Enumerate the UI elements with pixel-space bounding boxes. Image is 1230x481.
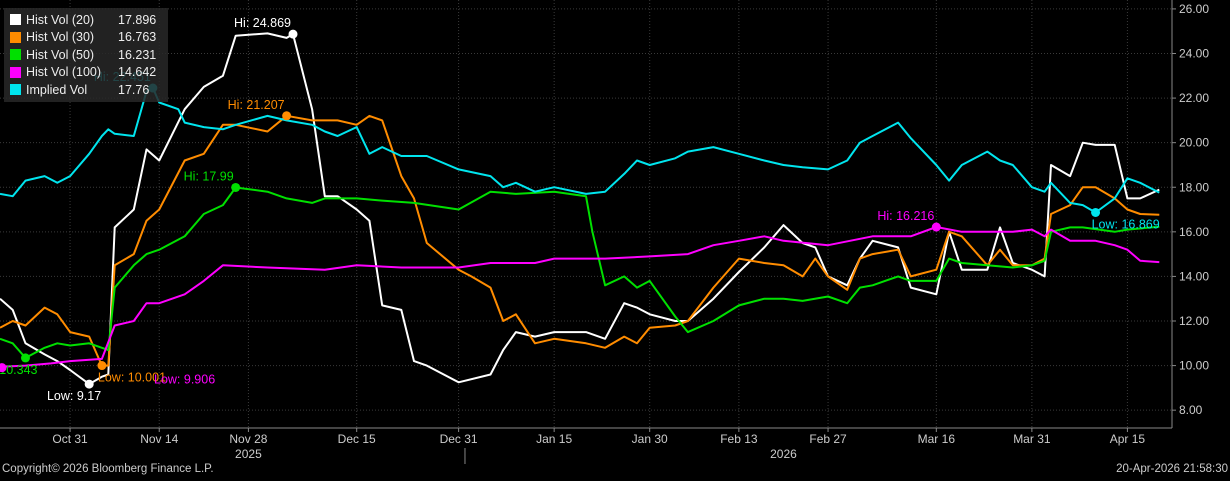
chart-legend: Hist Vol (20) 17.896 Hist Vol (30) 16.763 Hi… (4, 8, 168, 102)
x-tick-label: Jan 30 (632, 432, 668, 446)
extreme-label: Low: 9.17 (47, 389, 101, 403)
legend-value: 17.896 (118, 12, 157, 27)
extreme-label: Low: 16.869 (1092, 217, 1160, 231)
legend-item: Hist Vol (30) 16.763 (10, 29, 162, 47)
legend-value: 14.642 (118, 65, 157, 80)
x-tick-label: Mar 31 (1013, 432, 1051, 446)
extreme-marker (1091, 207, 1101, 217)
series-line (0, 226, 1160, 368)
volatility-chart: 8.00 10.00 12.00 14.00 16.00 18.00 20.00 22.00 2… (0, 0, 1209, 464)
y-tick-label: 22.00 (1179, 91, 1209, 105)
legend-name: Implied Vol (26, 82, 88, 97)
extreme-marker (931, 222, 941, 232)
legend-name: Hist Vol (30) (26, 30, 95, 45)
legend-swatch (10, 66, 21, 78)
extreme-marker (288, 29, 298, 39)
extreme-marker (84, 379, 94, 389)
legend-item: Hist Vol (50) 16.231 (10, 46, 162, 64)
extreme-label: Hi: 17.99 (184, 169, 234, 183)
extreme-marker (20, 353, 30, 363)
legend-item: Hist Vol (100) 14.642 (10, 64, 162, 82)
year-label: 2026 (770, 447, 797, 461)
x-tick-label: Dec 31 (440, 432, 478, 446)
legend-name: Hist Vol (100) (26, 65, 102, 80)
extreme-label: Hi: 16.216 (877, 209, 934, 223)
x-tick-label: Mar 16 (918, 432, 956, 446)
legend-name: Hist Vol (50) (26, 47, 95, 62)
y-tick-label: 10.00 (1179, 359, 1209, 373)
y-tick-label: 18.00 (1179, 180, 1209, 194)
y-tick-label: 16.00 (1179, 225, 1209, 239)
series-line (0, 32, 1160, 386)
y-tick-label: 20.00 (1179, 136, 1209, 150)
copyright-text: Copyright© 2026 Bloomberg Finance L.P. (2, 463, 214, 475)
legend-item: Hist Vol (20) 17.896 (10, 11, 162, 29)
legend-name: Hist Vol (20) (26, 12, 95, 27)
legend-swatch (10, 31, 21, 43)
extreme-marker (231, 182, 241, 192)
legend-swatch (10, 84, 21, 96)
y-tick-label: 26.00 (1179, 2, 1209, 16)
series-line (0, 87, 1160, 214)
legend-value: 16.231 (118, 47, 157, 62)
x-tick-label: Nov 28 (229, 432, 267, 446)
extreme-label: Hi: 21.207 (228, 98, 285, 112)
extreme-marker (97, 361, 107, 371)
y-tick-label: 8.00 (1179, 403, 1203, 417)
legend-value: 17.76 (118, 82, 150, 97)
year-label: 2025 (235, 447, 262, 461)
x-tick-label: Nov 14 (140, 432, 178, 446)
x-tick-label: Oct 31 (52, 432, 88, 446)
legend-swatch (10, 14, 21, 26)
y-tick-label: 12.00 (1179, 314, 1209, 328)
extreme-label: Hi: 24.869 (234, 16, 291, 30)
x-tick-label: Jan 15 (536, 432, 572, 446)
legend-swatch (10, 49, 21, 61)
extreme-marker (282, 111, 292, 121)
x-tick-label: Feb 13 (720, 432, 758, 446)
timestamp-text: 20-Apr-2026 21:58:30 (1116, 463, 1228, 475)
x-tick-label: Apr 15 (1110, 432, 1146, 446)
x-tick-label: Dec 15 (338, 432, 376, 446)
legend-value: 16.763 (118, 30, 157, 45)
legend-item: Implied Vol 17.76 (10, 81, 162, 99)
extreme-label: Low: 9.906 (154, 373, 215, 387)
y-tick-label: 14.00 (1179, 269, 1209, 283)
y-tick-label: 24.00 (1179, 47, 1209, 61)
x-tick-label: Feb 27 (809, 432, 847, 446)
